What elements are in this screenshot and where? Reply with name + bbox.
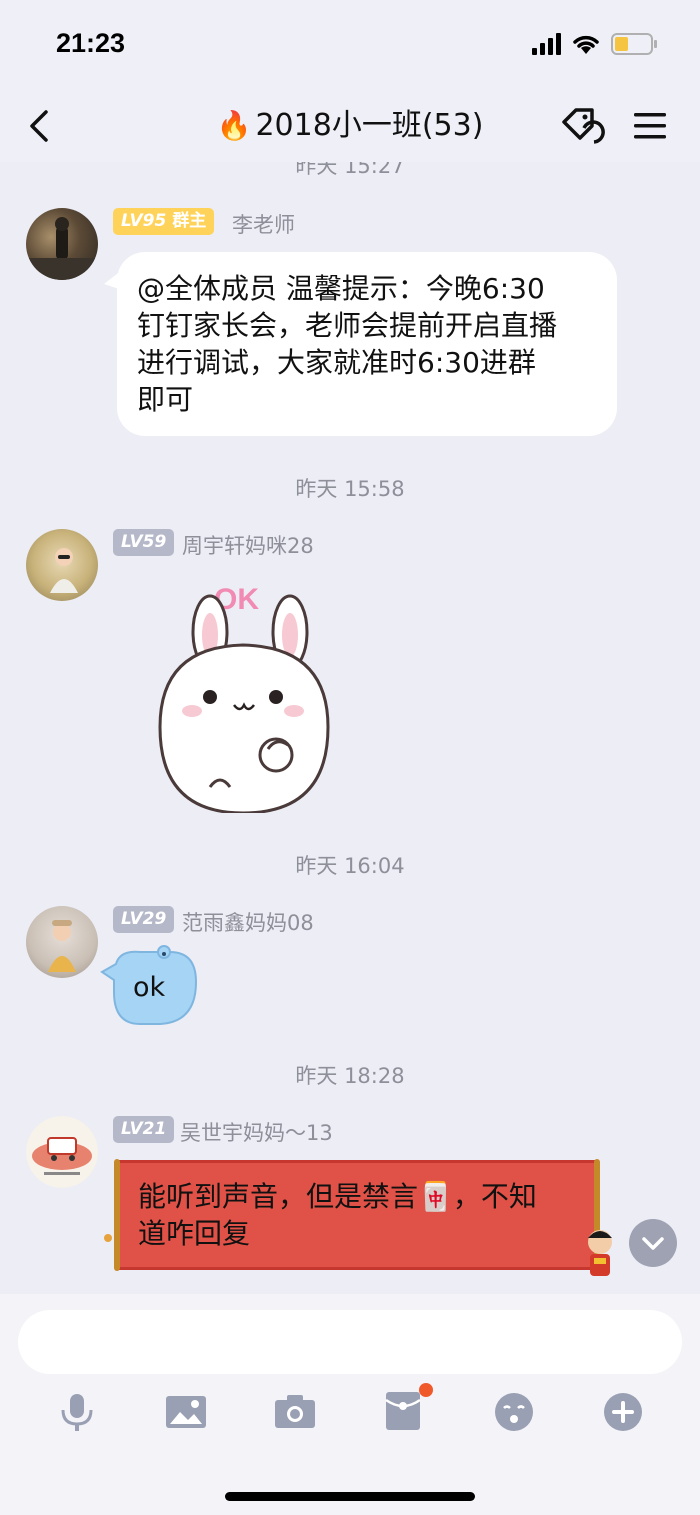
avatar[interactable] (26, 906, 98, 978)
message-line: 道咋回复 (138, 1217, 251, 1250)
avatar[interactable] (26, 208, 98, 280)
level-text: LV29 (121, 909, 167, 929)
sender-name: 吴世宇妈妈～13 (180, 1121, 333, 1145)
timestamp: 昨天 15:27 (295, 162, 405, 178)
sender-name: 范雨鑫妈妈08 (182, 911, 314, 935)
avatar[interactable] (26, 1116, 98, 1188)
chevron-down-icon (642, 1237, 664, 1250)
fire-icon: 🔥 (216, 109, 252, 142)
home-indicator (225, 1492, 475, 1501)
avatar-image (48, 920, 76, 972)
message-bubble[interactable]: ok (100, 942, 200, 1028)
status-time: 21:23 (56, 28, 126, 58)
scroll-down-button[interactable] (629, 1219, 677, 1267)
emoji-icon[interactable] (492, 1390, 536, 1434)
input-area (0, 1294, 700, 1515)
level-badge: LV21 (113, 1116, 175, 1143)
bubble-character-decoration (588, 1230, 612, 1276)
level-text: LV59 (121, 532, 167, 552)
nav-bar: 🔥 2018小一班(53) (0, 90, 700, 162)
avatar-image (50, 548, 78, 593)
signal-icon (532, 33, 561, 55)
role-text: 群主 (172, 211, 207, 231)
microphone-icon[interactable] (55, 1390, 99, 1434)
ok-bunny-sticker[interactable]: OK (150, 577, 336, 813)
sender-name: 李老师 (232, 213, 295, 237)
menu-icon[interactable] (630, 106, 670, 146)
timestamp: 昨天 18:28 (295, 1064, 405, 1088)
message-line: 钉钉家长会，老师会提前开启直播 (137, 309, 558, 342)
message-line: @全体成员 温馨提示：今晚6:30 (137, 272, 545, 305)
status-icons (532, 33, 657, 55)
level-badge: LV95 群主 (113, 208, 215, 235)
status-bar: 21:23 (0, 0, 700, 90)
tag-icon[interactable] (558, 104, 606, 148)
timestamp: 昨天 16:04 (295, 854, 405, 878)
message-line: 即可 (137, 383, 194, 416)
chat-title-text: 2018小一班(53) (255, 108, 484, 143)
notification-dot (419, 1383, 433, 1397)
message-line: 进行调试，大家就准时6:30进群 (137, 346, 536, 379)
timestamp: 昨天 15:58 (295, 477, 405, 501)
plus-icon[interactable] (601, 1390, 645, 1434)
chat-area[interactable]: 昨天 15:27 LV95 群主 李老师 @全体成员 温馨提示：今晚6:30 钉钉… (0, 162, 700, 1294)
message-text: ok (133, 972, 166, 1003)
sender-name: 周宇轩妈咪28 (182, 534, 314, 558)
avatar-image (32, 1137, 92, 1175)
level-badge: LV59 (113, 529, 175, 556)
wifi-icon (573, 35, 599, 54)
sparkle-icon (104, 1234, 112, 1242)
avatar-image (26, 217, 98, 280)
message-input[interactable] (18, 1310, 682, 1374)
battery-icon (611, 33, 657, 55)
level-badge: LV29 (113, 906, 175, 933)
avatar[interactable] (26, 529, 98, 601)
message-bubble[interactable]: 能听到声音，但是禁言🀄，不知 道咋回复 (114, 1159, 600, 1271)
level-text: LV21 (121, 1119, 167, 1139)
message-line: 能听到声音，但是禁言🀄，不知 (138, 1180, 537, 1213)
message-bubble[interactable]: @全体成员 温馨提示：今晚6:30 钉钉家长会，老师会提前开启直播 进行调试，大… (117, 252, 617, 436)
level-text: LV95 (121, 211, 167, 231)
image-icon[interactable] (164, 1390, 208, 1434)
camera-icon[interactable] (273, 1390, 317, 1434)
red-packet-icon[interactable] (382, 1382, 434, 1434)
